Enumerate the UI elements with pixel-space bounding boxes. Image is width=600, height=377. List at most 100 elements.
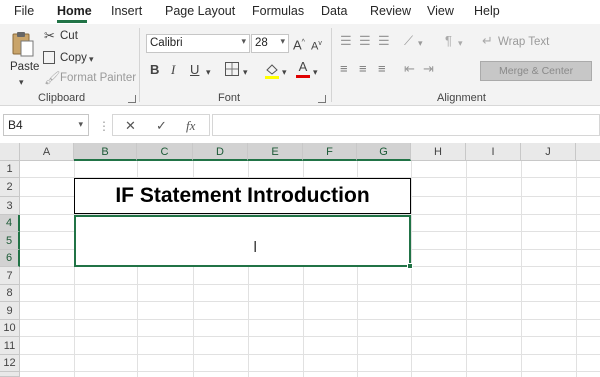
select-all-corner[interactable]	[0, 143, 20, 161]
row-header-2[interactable]: 2	[0, 178, 20, 197]
column-header-f[interactable]: F	[303, 143, 357, 161]
font-color-dropdown-icon[interactable]: ▾	[313, 65, 318, 79]
title-cell[interactable]: IF Statement Introduction	[74, 178, 411, 214]
align-middle-icon[interactable]: ☰	[359, 34, 371, 48]
decrease-indent-icon[interactable]: ⇤	[404, 62, 415, 76]
align-left-icon[interactable]: ≡	[340, 62, 348, 76]
decrease-font-icon[interactable]: Av	[311, 37, 322, 54]
fill-color-dropdown-icon[interactable]: ▾	[282, 65, 287, 79]
row-header-10[interactable]: 10	[0, 320, 20, 337]
gridline	[466, 161, 467, 377]
paste-button[interactable]: Paste	[10, 61, 39, 73]
fill-color-icon[interactable]	[264, 61, 280, 82]
format-painter-icon[interactable]: 🖌	[44, 71, 61, 85]
align-center-icon[interactable]: ≡	[359, 62, 367, 76]
row-header-7[interactable]: 7	[0, 267, 20, 285]
copy-button[interactable]: Copy	[60, 52, 87, 64]
font-color-button[interactable]: A	[296, 60, 310, 78]
row-header-8[interactable]: 8	[0, 285, 20, 302]
ribbon: Paste ▾ ✂ Cut Copy ▾ 🖌 Format Painter Cl…	[0, 24, 600, 106]
name-box-value: B4	[8, 118, 23, 132]
group-separator	[331, 28, 332, 102]
paste-icon[interactable]	[10, 30, 36, 58]
column-header-e[interactable]: E	[248, 143, 303, 161]
insert-function-icon[interactable]: fx	[186, 118, 195, 134]
tab-review[interactable]: Review	[370, 4, 411, 18]
column-header-d[interactable]: D	[193, 143, 248, 161]
formula-input[interactable]	[212, 114, 600, 136]
row-header-12[interactable]: 12	[0, 355, 20, 372]
gridline	[411, 161, 412, 377]
underline-dropdown-icon[interactable]: ▾	[206, 65, 211, 79]
borders-dropdown-icon[interactable]: ▾	[243, 65, 248, 79]
merge-center-button[interactable]: Merge & Center	[480, 61, 592, 81]
vertical-dots-icon[interactable]: ⋮	[98, 119, 110, 133]
indent-dropdown-icon[interactable]: ▾	[458, 36, 463, 50]
orientation-dropdown-icon[interactable]: ▾	[418, 36, 423, 50]
bold-button[interactable]: B	[150, 63, 159, 77]
cut-button[interactable]: Cut	[60, 30, 78, 42]
gridline	[576, 161, 577, 377]
increase-font-icon[interactable]: A^	[293, 36, 305, 52]
chevron-down-icon: ▾	[280, 36, 285, 46]
merge-center-label: Merge & Center	[499, 65, 574, 77]
font-name-select[interactable]: Calibri ▾	[146, 34, 250, 53]
column-header-h[interactable]: H	[411, 143, 466, 161]
name-box[interactable]: B4 ▾	[3, 114, 89, 136]
gridline	[20, 301, 600, 302]
borders-icon[interactable]	[225, 62, 239, 76]
wrap-text-button[interactable]: Wrap Text	[498, 36, 549, 48]
copy-icon[interactable]	[43, 51, 55, 64]
enter-icon[interactable]: ✓	[156, 118, 167, 134]
copy-dropdown-icon[interactable]: ▾	[89, 52, 94, 66]
column-header-k[interactable]	[576, 143, 600, 161]
gridline	[20, 336, 600, 337]
italic-button[interactable]: I	[171, 63, 175, 77]
align-right-icon[interactable]: ≡	[378, 62, 386, 76]
font-size-select[interactable]: 28 ▾	[251, 34, 289, 53]
selected-cell-range[interactable]	[74, 215, 411, 267]
tab-help[interactable]: Help	[474, 4, 500, 18]
column-header-i[interactable]: I	[466, 143, 521, 161]
row-header-5[interactable]: 5	[0, 232, 20, 250]
fill-handle[interactable]	[407, 263, 413, 269]
tab-view[interactable]: View	[427, 4, 454, 18]
column-header-j[interactable]: J	[521, 143, 576, 161]
indent-icon[interactable]: ¶	[445, 34, 452, 48]
row-header-9[interactable]: 9	[0, 302, 20, 320]
clipboard-launcher-icon[interactable]	[128, 95, 136, 103]
underline-button[interactable]: U	[190, 63, 199, 77]
format-painter-button[interactable]: Format Painter	[60, 72, 136, 84]
scissors-icon[interactable]: ✂	[44, 29, 55, 43]
row-header-1[interactable]: 1	[0, 161, 20, 178]
group-separator	[139, 28, 140, 102]
tab-page-layout[interactable]: Page Layout	[165, 4, 235, 18]
active-tab-indicator	[57, 20, 87, 23]
column-header-c[interactable]: C	[137, 143, 193, 161]
align-bottom-icon[interactable]: ☰	[378, 34, 390, 48]
font-color-glyph: A	[298, 59, 308, 74]
row-header-11[interactable]: 11	[0, 337, 20, 355]
font-launcher-icon[interactable]	[318, 95, 326, 103]
column-header-g[interactable]: G	[357, 143, 411, 161]
tab-file[interactable]: File	[14, 4, 34, 18]
worksheet-grid[interactable]: A B C D E F G H I J 1 2 3 4 5 6 7 8 9 10…	[0, 143, 600, 377]
tab-data[interactable]: Data	[321, 4, 347, 18]
align-top-icon[interactable]: ☰	[340, 34, 352, 48]
row-header-13[interactable]	[0, 372, 20, 377]
orientation-icon[interactable]: ⟋	[404, 34, 413, 48]
cancel-icon[interactable]: ✕	[125, 118, 136, 134]
clipboard-group-label: Clipboard	[38, 92, 86, 104]
row-header-6[interactable]: 6	[0, 250, 20, 267]
row-header-4[interactable]: 4	[0, 215, 20, 232]
tab-formulas[interactable]: Formulas	[252, 4, 304, 18]
column-header-b[interactable]: B	[74, 143, 137, 161]
tab-insert[interactable]: Insert	[111, 4, 142, 18]
paste-dropdown-icon[interactable]: ▾	[19, 75, 24, 89]
column-header-a[interactable]: A	[20, 143, 74, 161]
wrap-text-icon[interactable]: ↵	[482, 34, 493, 48]
tab-home[interactable]: Home	[57, 4, 92, 18]
increase-indent-icon[interactable]: ⇥	[423, 62, 434, 76]
formula-bar: B4 ▾ ⋮ ✕ ✓ fx	[0, 111, 600, 139]
row-header-3[interactable]: 3	[0, 197, 20, 215]
